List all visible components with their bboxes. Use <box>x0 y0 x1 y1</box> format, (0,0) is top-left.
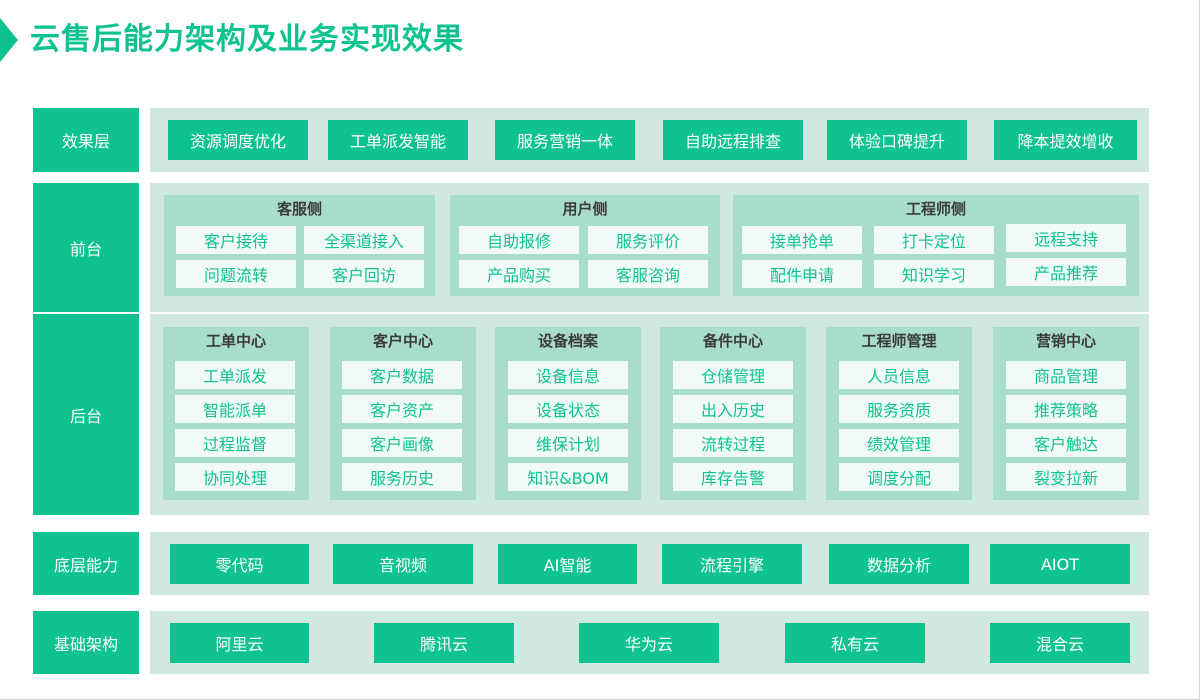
back-group-customer: 客户中心 客户数据 客户资产 客户画像 服务历史 <box>330 327 476 500</box>
base-ability-item: AI智能 <box>498 544 637 584</box>
back-group-title: 营销中心 <box>1035 332 1096 350</box>
front-item: 产品购买 <box>459 260 579 288</box>
back-item: 智能派单 <box>175 395 295 423</box>
layer-label-front: 前台 <box>33 183 139 312</box>
front-group-title: 客服侧 <box>276 200 322 218</box>
back-item: 维保计划 <box>508 429 628 457</box>
base-ability-item: 流程引擎 <box>662 544 802 584</box>
effect-item: 体验口碑提升 <box>827 120 967 160</box>
effect-item: 服务营销一体 <box>495 120 635 160</box>
front-item: 问题流转 <box>176 260 296 288</box>
back-group-engineer-mgmt: 工程师管理 人员信息 服务资质 绩效管理 调度分配 <box>826 327 972 500</box>
back-item: 调度分配 <box>839 463 959 491</box>
back-item: 推荐策略 <box>1006 395 1126 423</box>
back-item: 绩效管理 <box>839 429 959 457</box>
back-group-title: 客户中心 <box>372 332 433 350</box>
layer-label-base-ability: 底层能力 <box>33 532 139 595</box>
back-item: 裂变拉新 <box>1006 463 1126 491</box>
front-item: 知识学习 <box>874 260 994 288</box>
back-item: 工单派发 <box>175 361 295 389</box>
base-ability-item: 零代码 <box>170 544 309 584</box>
back-item: 流转过程 <box>673 429 793 457</box>
front-group-title: 工程师侧 <box>905 200 966 218</box>
front-item: 客户接待 <box>176 226 296 254</box>
effect-item: 降本提效增收 <box>994 120 1137 160</box>
front-group-service: 客服侧 客户接待 全渠道接入 问题流转 客户回访 <box>164 195 435 296</box>
effect-item: 工单派发智能 <box>328 120 468 160</box>
back-item: 服务资质 <box>839 395 959 423</box>
back-item: 服务历史 <box>342 463 462 491</box>
back-group-ticket: 工单中心 工单派发 智能派单 过程监督 协同处理 <box>163 327 309 500</box>
base-ability-item: AIOT <box>990 544 1130 584</box>
front-item: 客户回访 <box>304 260 424 288</box>
back-item: 客户画像 <box>342 429 462 457</box>
back-group-parts: 备件中心 仓储管理 出入历史 流转过程 库存告警 <box>660 327 806 500</box>
title-arrow-icon <box>0 18 18 62</box>
back-item: 协同处理 <box>175 463 295 491</box>
front-item: 服务评价 <box>588 226 708 254</box>
back-item: 客户资产 <box>342 395 462 423</box>
infra-item: 混合云 <box>990 623 1130 663</box>
back-group-marketing: 营销中心 商品管理 推荐策略 客户触达 裂变拉新 <box>993 327 1139 500</box>
layer-label-infra: 基础架构 <box>33 611 139 674</box>
front-item: 接单抢单 <box>742 226 862 254</box>
back-item: 设备状态 <box>508 395 628 423</box>
back-item: 商品管理 <box>1006 361 1126 389</box>
front-item: 远程支持 <box>1006 224 1126 252</box>
layer-label-back: 后台 <box>33 314 139 515</box>
back-item: 知识&BOM <box>508 463 628 491</box>
back-group-title: 设备档案 <box>537 332 598 350</box>
front-item: 产品推荐 <box>1006 258 1126 286</box>
back-item: 客户触达 <box>1006 429 1126 457</box>
front-group-user: 用户侧 自助报修 服务评价 产品购买 客服咨询 <box>450 195 720 296</box>
infra-item: 私有云 <box>785 623 925 663</box>
effect-item: 自助远程排查 <box>663 120 803 160</box>
base-ability-item: 数据分析 <box>829 544 969 584</box>
back-item: 过程监督 <box>175 429 295 457</box>
back-item: 库存告警 <box>673 463 793 491</box>
back-item: 设备信息 <box>508 361 628 389</box>
back-group-title: 工单中心 <box>205 332 266 350</box>
front-group-title: 用户侧 <box>562 200 608 218</box>
back-group-title: 备件中心 <box>702 332 763 350</box>
back-item: 出入历史 <box>673 395 793 423</box>
back-item: 客户数据 <box>342 361 462 389</box>
back-group-device: 设备档案 设备信息 设备状态 维保计划 知识&BOM <box>495 327 641 500</box>
infra-item: 腾讯云 <box>374 623 514 663</box>
page-title: 云售后能力架构及业务实现效果 <box>30 22 464 57</box>
back-group-title: 工程师管理 <box>861 332 937 350</box>
effect-item: 资源调度优化 <box>168 120 308 160</box>
infra-item: 阿里云 <box>170 623 309 663</box>
back-item: 人员信息 <box>839 361 959 389</box>
layer-label-effect: 效果层 <box>33 108 139 172</box>
front-group-engineer: 工程师侧 接单抢单 打卡定位 远程支持 配件申请 知识学习 产品推荐 <box>733 195 1139 296</box>
front-item: 打卡定位 <box>874 226 994 254</box>
back-item: 仓储管理 <box>673 361 793 389</box>
front-item: 配件申请 <box>742 260 862 288</box>
front-item: 客服咨询 <box>588 260 708 288</box>
infra-item: 华为云 <box>579 623 719 663</box>
base-ability-item: 音视频 <box>333 544 473 584</box>
front-item: 全渠道接入 <box>304 226 424 254</box>
front-item: 自助报修 <box>459 226 579 254</box>
